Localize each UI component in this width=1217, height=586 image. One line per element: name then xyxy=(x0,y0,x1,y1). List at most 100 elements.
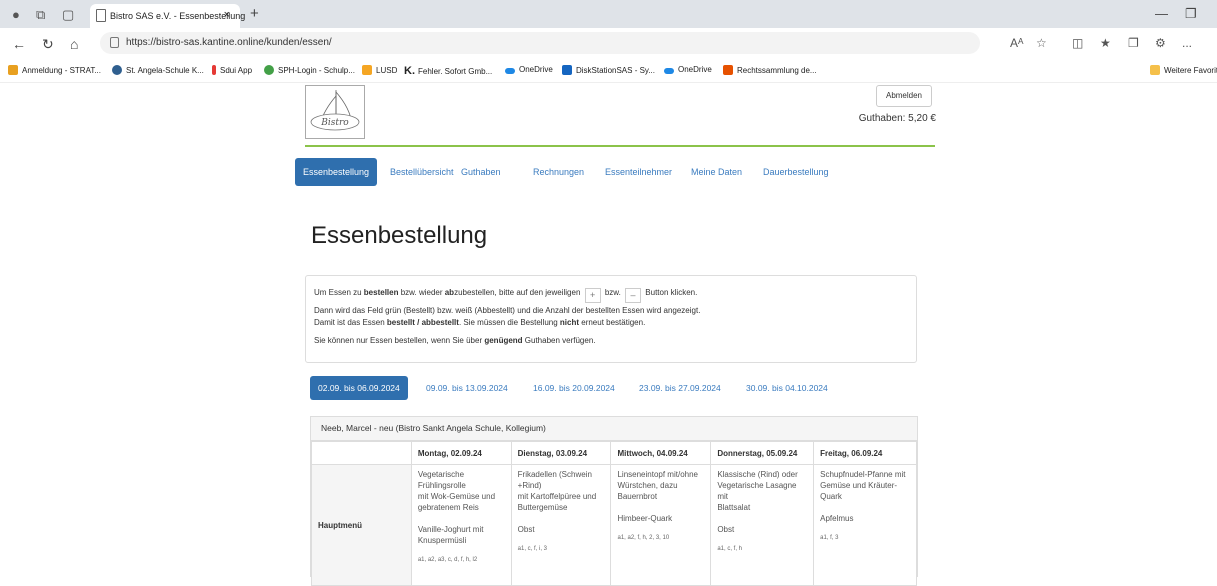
bookmark-k-icon: K. xyxy=(404,65,415,77)
svg-text:Bistro: Bistro xyxy=(320,118,349,128)
table-header-row: Montag, 02.09.24 Dienstag, 03.09.24 Mitt… xyxy=(311,441,917,465)
minus-icon: – xyxy=(625,288,642,303)
onedrive-icon xyxy=(505,68,515,74)
meal-line: gebratenem Reis xyxy=(417,503,479,512)
bookmark-item[interactable]: SPH-Login - Schulp... xyxy=(264,65,355,75)
restore-icon[interactable]: ❐ xyxy=(1185,6,1197,22)
week-tab[interactable]: 02.09. bis 06.09.2024 xyxy=(310,376,408,400)
bookmark-favicon-icon xyxy=(212,65,216,75)
bookmark-item[interactable]: DiskStationSAS - Sy... xyxy=(562,65,655,75)
tab-actions-icon[interactable]: ▢ xyxy=(62,7,74,23)
meal-line: mit xyxy=(717,492,728,501)
workspaces-icon[interactable]: ⧉ xyxy=(36,7,45,23)
lock-icon[interactable] xyxy=(110,37,119,48)
meal-line: Apfelmus xyxy=(820,514,854,523)
info-line-4: Sie können nur Essen bestellen, wenn Sie… xyxy=(314,336,596,345)
new-tab-button[interactable]: + xyxy=(250,5,259,22)
bookmark-item[interactable]: LUSD xyxy=(362,65,397,75)
url-text[interactable]: https://bistro-sas.kantine.online/kunden… xyxy=(126,37,332,48)
week-tab[interactable]: 23.09. bis 27.09.2024 xyxy=(639,376,721,400)
meal-line: Frikadellen (Schwein xyxy=(517,470,592,479)
minimize-icon[interactable]: — xyxy=(1155,6,1168,21)
allergen-codes: a1, c, f, i, 3 xyxy=(517,546,547,552)
meal-line: Vanille-Joghurt mit xyxy=(417,525,484,534)
nav-essenbestellung[interactable]: Essenbestellung xyxy=(295,158,378,186)
refresh-icon[interactable]: ↻ xyxy=(42,36,54,53)
bookmark-item[interactable]: St. Angela-Schule K... xyxy=(112,65,204,75)
meal-line: Gemüse und Kräuter- xyxy=(820,481,898,490)
meal-line: Blattsalat xyxy=(717,503,751,512)
meal-cell[interactable]: Frikadellen (Schwein +Rind) mit Kartoffelp… xyxy=(510,464,612,586)
balance-text: Guthaben: 5,20 € xyxy=(858,113,936,124)
bookmark-item[interactable]: Rechtssammlung de... xyxy=(723,65,817,75)
bookmark-favicon-icon xyxy=(723,65,733,75)
week-tab[interactable]: 16.09. bis 20.09.2024 xyxy=(533,376,615,400)
meal-line: mit Kartoffelpüree und xyxy=(517,492,597,501)
meal-line: Würstchen, dazu xyxy=(617,481,678,490)
address-toolbar: ← ↻ ⌂ https://bistro-sas.kantine.online/… xyxy=(0,28,1217,61)
info-line-3: Damit ist das Essen bestellt / abbestell… xyxy=(314,318,646,327)
favorite-star-icon[interactable]: ☆ xyxy=(1036,36,1047,50)
browser-tab-active[interactable]: Bistro SAS e.V. - Essenbestellung × xyxy=(90,4,245,28)
meal-line: Obst xyxy=(517,525,535,534)
page-title: Essenbestellung xyxy=(311,222,488,249)
week-tab[interactable]: 30.09. bis 04.10.2024 xyxy=(746,376,828,400)
bookmark-item[interactable]: Sdui App xyxy=(212,65,252,75)
bookmark-item[interactable]: OneDrive xyxy=(505,65,553,74)
bookmark-favicon-icon xyxy=(264,65,274,75)
meal-cell[interactable]: Klassische (Rind) oder Vegetarische Lasag… xyxy=(710,464,815,586)
day-header: Freitag, 06.09.24 xyxy=(813,441,917,465)
panel-title: Neeb, Marcel - neu (Bistro Sankt Angela … xyxy=(311,417,917,441)
meal-line: Knuspermüsli xyxy=(417,536,467,545)
nav-meine-daten[interactable]: Meine Daten xyxy=(691,158,742,186)
nav-dauerbestellung[interactable]: Dauerbestellung xyxy=(763,158,829,186)
meal-cell[interactable]: Vegetarische Frühlingsrolle mit Wok-Gemüse… xyxy=(410,464,512,586)
extensions-icon[interactable]: ⚙ xyxy=(1155,36,1166,50)
meal-line: Vegetarische xyxy=(417,470,465,479)
read-aloud-icon[interactable]: Aᴬ xyxy=(1010,36,1023,50)
meal-line: Klassische (Rind) oder xyxy=(717,470,798,479)
meal-line xyxy=(717,513,807,524)
nav-bestelluebersicht[interactable]: Bestellübersicht xyxy=(390,158,454,186)
day-header: Montag, 02.09.24 xyxy=(410,441,512,465)
split-screen-icon[interactable]: ◫ xyxy=(1072,36,1083,50)
meal-line: Himbeer-Quark xyxy=(617,514,673,523)
nav-guthaben[interactable]: Guthaben xyxy=(461,158,501,186)
allergen-codes: a1, a2, f, h, 2, 3, 10 xyxy=(617,535,670,541)
bookmark-item[interactable]: OneDrive xyxy=(664,65,712,74)
bookmark-item[interactable]: K. Fehler. Sofort Gmb... xyxy=(404,65,492,77)
meal-cell[interactable]: Schupfnudel-Pfanne mit Gemüse und Kräuter… xyxy=(813,464,917,586)
profile-icon[interactable]: ● xyxy=(12,7,20,22)
more-menu-icon[interactable]: ... xyxy=(1182,36,1192,50)
back-icon[interactable]: ← xyxy=(12,36,26,52)
logo-graphic: Bistro xyxy=(310,90,360,131)
week-tab[interactable]: 09.09. bis 13.09.2024 xyxy=(426,376,508,400)
meal-line: Schupfnudel-Pfanne mit xyxy=(820,470,906,479)
browser-tab-strip: ● ⧉ ▢ Bistro SAS e.V. - Essenbestellung … xyxy=(0,0,1217,28)
menu-table: Montag, 02.09.24 Dienstag, 03.09.24 Mitt… xyxy=(311,441,917,586)
logout-button[interactable]: Abmelden xyxy=(876,85,932,107)
nav-rechnungen[interactable]: Rechnungen xyxy=(533,158,584,186)
folder-icon xyxy=(1150,65,1160,75)
address-bar[interactable]: https://bistro-sas.kantine.online/kunden… xyxy=(100,32,980,54)
page-content: Bistro Abmelden Guthaben: 5,20 € Essenbe… xyxy=(0,82,1217,586)
plus-icon: + xyxy=(584,288,601,303)
meal-line: mit Wok-Gemüse und xyxy=(417,492,496,501)
allergen-codes: a1, f, 3 xyxy=(820,535,839,541)
favorites-icon[interactable]: ★ xyxy=(1100,36,1111,50)
meal-line: Vegetarische Lasagne xyxy=(717,481,797,490)
menu-panel: Neeb, Marcel - neu (Bistro Sankt Angela … xyxy=(310,416,918,586)
meal-line xyxy=(518,513,605,524)
page-icon xyxy=(96,9,106,22)
nav-essenteilnehmer[interactable]: Essenteilnehmer xyxy=(605,158,672,186)
tab-close-icon[interactable]: × xyxy=(224,9,230,21)
bookmark-favicon-icon xyxy=(562,65,572,75)
other-favorites[interactable]: Weitere Favoriten xyxy=(1150,65,1217,75)
meal-cell[interactable]: Linseneintopf mit/ohne Würstchen, dazu Bau… xyxy=(610,464,712,586)
bistro-logo[interactable]: Bistro xyxy=(305,85,365,139)
home-icon[interactable]: ⌂ xyxy=(70,36,78,52)
day-header: Mittwoch, 04.09.24 xyxy=(610,441,712,465)
meal-line xyxy=(617,502,704,513)
collections-icon[interactable]: ❐ xyxy=(1128,36,1139,50)
bookmark-item[interactable]: Anmeldung - STRAT... xyxy=(8,65,101,75)
